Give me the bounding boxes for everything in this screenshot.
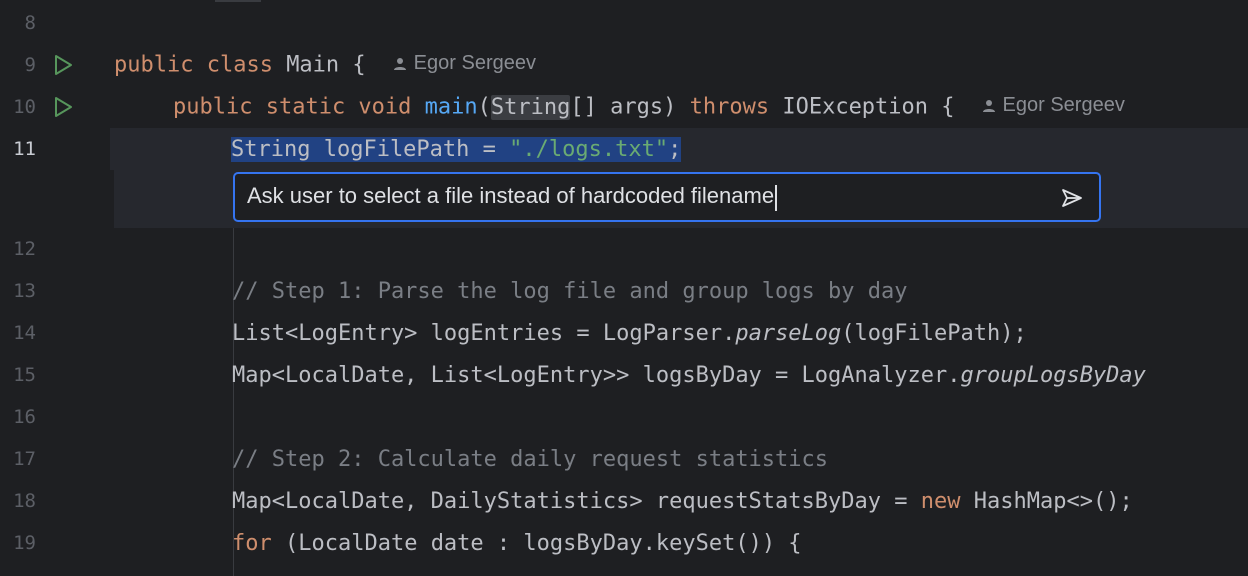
code-line-10[interactable]: 10 public static void main(String[] args… xyxy=(0,86,1248,128)
code-text[interactable]: public class Main {Egor Sergeev xyxy=(114,52,536,78)
line-number: 11 xyxy=(13,138,36,160)
author-hint[interactable]: Egor Sergeev xyxy=(981,94,1125,117)
code-line-11[interactable]: 11 String logFilePath = "./logs.txt"; xyxy=(0,128,1248,170)
code-line-15[interactable]: 15 Map<LocalDate, List<LogEntry>> logsBy… xyxy=(0,354,1248,396)
code-comment[interactable]: // Step 2: Calculate daily request stati… xyxy=(232,447,828,472)
line-number: 16 xyxy=(13,406,36,428)
line-number: 15 xyxy=(13,364,36,386)
code-line-8[interactable]: 8 xyxy=(0,2,1248,44)
code-text[interactable]: List<LogEntry> logEntries = LogParser.pa… xyxy=(232,321,1027,346)
send-icon[interactable] xyxy=(1059,185,1085,211)
text-caret xyxy=(775,184,778,211)
code-line-19[interactable]: 19 for (LocalDate date : logsByDay.keySe… xyxy=(0,522,1248,564)
line-number: 12 xyxy=(13,238,36,260)
line-number: 10 xyxy=(13,96,36,118)
ai-prompt-input[interactable]: Ask user to select a file instead of har… xyxy=(233,172,1101,222)
prompt-text: Ask user to select a file instead of har… xyxy=(247,183,778,211)
code-line-18[interactable]: 18 Map<LocalDate, DailyStatistics> reque… xyxy=(0,480,1248,522)
code-text[interactable]: Map<LocalDate, List<LogEntry>> logsByDay… xyxy=(232,363,1146,388)
line-number: 9 xyxy=(24,54,36,76)
code-comment[interactable]: // Step 1: Parse the log file and group … xyxy=(232,279,908,304)
code-line-13[interactable]: 13 // Step 1: Parse the log file and gro… xyxy=(0,270,1248,312)
line-number: 18 xyxy=(13,490,36,512)
code-line-17[interactable]: 17 // Step 2: Calculate daily request st… xyxy=(0,438,1248,480)
line-number: 19 xyxy=(13,532,36,554)
person-icon xyxy=(982,99,995,112)
code-line-14[interactable]: 14 List<LogEntry> logEntries = LogParser… xyxy=(0,312,1248,354)
code-line-12[interactable]: 12 xyxy=(0,228,1248,270)
code-line-9[interactable]: 9 public class Main {Egor Sergeev xyxy=(0,44,1248,86)
line-number: 14 xyxy=(13,322,36,344)
line-number: 13 xyxy=(13,280,36,302)
run-play-icon[interactable] xyxy=(50,52,76,78)
line-number: 8 xyxy=(24,12,36,34)
person-icon xyxy=(393,57,406,70)
selected-code[interactable]: String logFilePath = "./logs.txt"; xyxy=(231,136,682,162)
code-line-16[interactable]: 16 xyxy=(0,396,1248,438)
line-number: 17 xyxy=(13,448,36,470)
author-hint[interactable]: Egor Sergeev xyxy=(392,52,536,75)
code-text[interactable]: Map<LocalDate, DailyStatistics> requestS… xyxy=(232,489,1133,514)
code-text[interactable]: public static void main(String[] args) t… xyxy=(173,94,1125,120)
run-play-icon[interactable] xyxy=(50,94,76,120)
code-text[interactable]: for (LocalDate date : logsByDay.keySet()… xyxy=(232,531,802,556)
